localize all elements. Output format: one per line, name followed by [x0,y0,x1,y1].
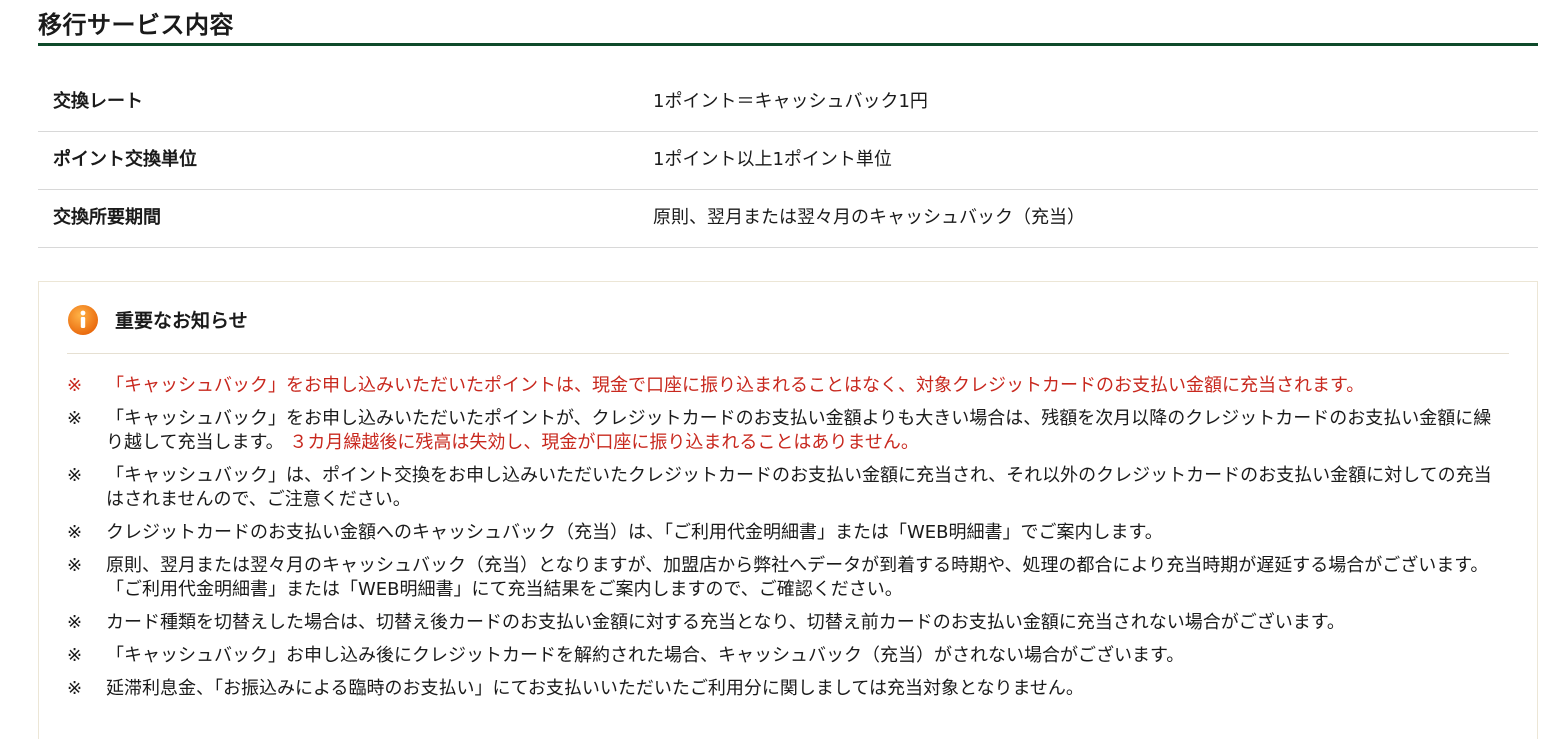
table-row: 交換レート 1ポイント＝キャッシュバック1円 [38,74,1538,132]
row-label-exchange-period: 交換所要期間 [53,207,161,228]
list-item: ※ 「キャッシュバック」をお申し込みいただいたポイントが、クレジットカードのお支… [67,407,1509,455]
table-row: ポイント交換単位 1ポイント以上1ポイント単位 [38,132,1538,190]
note-mark: ※ [67,645,83,666]
list-item: ※ 「キャッシュバック」お申し込み後にクレジットカードを解約された場合、キャッシ… [67,644,1509,668]
note-mark: ※ [67,465,83,486]
notice-text: クレジットカードのお支払い金額へのキャッシュバック（充当）は、「ご利用代金明細書… [106,522,1163,543]
list-item: ※ 「キャッシュバック」は、ポイント交換をお申し込みいただいたクレジットカードの… [67,464,1509,512]
note-mark: ※ [67,522,83,543]
notice-text: 原則、翌月または翌々月のキャッシュバック（充当）となりますが、加盟店から弊社へデ… [106,555,1489,600]
notice-text: 延滞利息金、「お振込みによる臨時のお支払い」にてお支払いいただいたご利用分に関し… [106,678,1084,699]
section-title: 移行サービス内容 [38,8,1538,46]
row-value-exchange-period: 原則、翌月または翌々月のキャッシュバック（充当） [653,207,1085,228]
note-mark: ※ [67,555,83,576]
important-notice-box: 重要なお知らせ ※ 「キャッシュバック」をお申し込みいただいたポイントは、現金で… [38,281,1538,739]
info-icon [67,304,99,336]
note-mark: ※ [67,375,83,396]
notice-text: 「キャッシュバック」お申し込み後にクレジットカードを解約された場合、キャッシュバ… [106,645,1185,666]
notice-text: カード種類を切替えした場合は、切替え後カードのお支払い金額に対する充当となり、切… [106,612,1345,633]
list-item: ※ 原則、翌月または翌々月のキャッシュバック（充当）となりますが、加盟店から弊社… [67,554,1509,602]
notice-list: ※ 「キャッシュバック」をお申し込みいただいたポイントは、現金で口座に振り込まれ… [67,374,1509,710]
note-mark: ※ [67,678,83,699]
notice-text: 「キャッシュバック」をお申し込みいただいたポイントは、現金で口座に振り込まれるこ… [106,375,1365,396]
list-item: ※ カード種類を切替えした場合は、切替え後カードのお支払い金額に対する充当となり… [67,611,1509,635]
list-item: ※ 延滞利息金、「お振込みによる臨時のお支払い」にてお支払いいただいたご利用分に… [67,677,1509,701]
notice-text: 「キャッシュバック」は、ポイント交換をお申し込みいただいたクレジットカードのお支… [106,465,1492,510]
page: 移行サービス内容 交換レート 1ポイント＝キャッシュバック1円 ポイント交換単位… [0,0,1554,739]
notice-warning-text: ３カ月繰越後に残高は失効し、現金が口座に振り込まれることはありません。 [289,432,919,453]
table-row: 交換所要期間 原則、翌月または翌々月のキャッシュバック（充当） [38,190,1538,248]
notice-header: 重要なお知らせ [67,304,1509,354]
row-label-exchange-rate: 交換レート [53,91,143,112]
service-info-table: 交換レート 1ポイント＝キャッシュバック1円 ポイント交換単位 1ポイント以上1… [38,74,1538,248]
note-mark: ※ [67,408,83,429]
row-label-exchange-unit: ポイント交換単位 [53,149,197,170]
note-mark: ※ [67,612,83,633]
row-value-exchange-rate: 1ポイント＝キャッシュバック1円 [653,91,928,112]
list-item: ※ クレジットカードのお支払い金額へのキャッシュバック（充当）は、「ご利用代金明… [67,521,1509,545]
row-value-exchange-unit: 1ポイント以上1ポイント単位 [653,149,892,170]
list-item: ※ 「キャッシュバック」をお申し込みいただいたポイントは、現金で口座に振り込まれ… [67,374,1509,398]
notice-title: 重要なお知らせ [115,310,248,332]
